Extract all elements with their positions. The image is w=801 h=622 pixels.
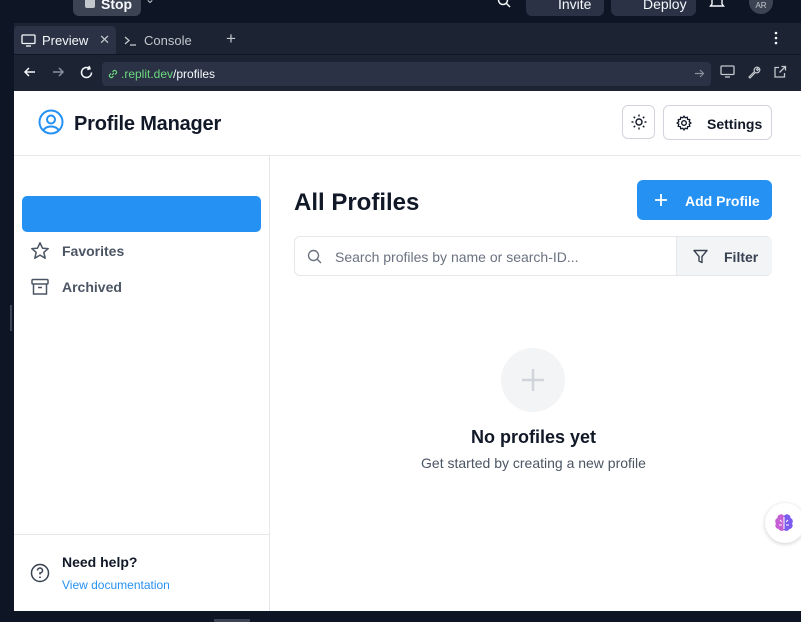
search-icon[interactable] xyxy=(497,0,511,8)
go-arrow-icon[interactable] xyxy=(694,68,705,79)
settings-label: Settings xyxy=(707,116,763,132)
deploy-button[interactable]: Deploy xyxy=(611,0,696,16)
deploy-label: Deploy xyxy=(643,0,687,12)
empty-state-plus-icon xyxy=(501,348,565,412)
archive-icon xyxy=(31,278,49,295)
tab-preview-label: Preview xyxy=(42,32,89,48)
star-icon xyxy=(31,242,49,259)
tab-bar: Preview ✕ Console + xyxy=(14,23,801,54)
filter-button[interactable]: Filter xyxy=(676,237,772,275)
close-icon[interactable]: ✕ xyxy=(99,32,110,48)
tab-console-label: Console xyxy=(144,32,192,48)
sidebar-item-label: Archived xyxy=(62,279,122,295)
sidebar: Favorites Archived Need help? View docum… xyxy=(14,156,270,611)
page-title: All Profiles xyxy=(294,189,420,216)
bell-icon[interactable] xyxy=(709,0,725,8)
main-content: All Profiles Add Profile Filter xyxy=(270,156,801,611)
invite-button[interactable]: Invite xyxy=(526,0,604,16)
preview-pane: Preview ✕ Console + .replit.dev/profiles xyxy=(14,23,801,611)
plus-icon xyxy=(654,193,668,207)
url-domain: .replit.dev xyxy=(121,67,174,81)
empty-state-subtitle: Get started by creating a new profile xyxy=(421,455,646,471)
terminal-icon xyxy=(124,36,136,46)
link-icon xyxy=(107,68,119,80)
back-arrow-icon[interactable] xyxy=(23,65,37,79)
url-bar: .replit.dev/profiles xyxy=(14,54,801,91)
workspace-topbar: Stop ⌄ Invite Deploy AR xyxy=(0,0,801,23)
gear-icon xyxy=(676,115,692,131)
view-documentation-link[interactable]: View documentation xyxy=(62,578,170,592)
help-section: Need help? View documentation xyxy=(14,534,269,611)
assistant-floating-button[interactable] xyxy=(765,503,801,543)
brain-icon xyxy=(775,514,793,531)
url-field[interactable]: .replit.dev/profiles xyxy=(102,62,711,86)
stop-button[interactable]: Stop xyxy=(73,0,141,16)
resize-handle[interactable] xyxy=(10,305,12,331)
help-title: Need help? xyxy=(62,554,138,570)
tab-preview[interactable]: Preview ✕ xyxy=(14,26,116,54)
search-bar: Filter xyxy=(294,236,772,276)
sidebar-item-favorites[interactable]: Favorites xyxy=(30,239,260,263)
more-vertical-icon[interactable] xyxy=(774,31,778,45)
user-avatar[interactable]: AR xyxy=(749,0,773,14)
tab-console[interactable]: Console xyxy=(120,26,220,54)
add-profile-button[interactable]: Add Profile xyxy=(637,180,772,220)
sidebar-item-archived[interactable]: Archived xyxy=(30,275,260,299)
sidebar-item-active[interactable] xyxy=(22,196,261,232)
user-circle-icon xyxy=(38,109,64,135)
settings-button[interactable]: Settings xyxy=(663,105,772,140)
url-path: /profiles xyxy=(173,67,216,81)
invite-label: Invite xyxy=(558,0,592,12)
search-input[interactable] xyxy=(335,247,665,267)
reload-icon[interactable] xyxy=(79,65,94,80)
filter-icon xyxy=(693,249,708,264)
add-tab-icon[interactable]: + xyxy=(226,29,236,49)
help-circle-icon xyxy=(30,563,50,583)
search-icon xyxy=(307,249,322,264)
profile-manager-app: Profile Manager Settings Favorites Archi… xyxy=(14,91,801,611)
stop-icon xyxy=(85,0,95,8)
theme-toggle-button[interactable] xyxy=(622,105,655,139)
bottom-strip xyxy=(0,611,801,622)
stop-label: Stop xyxy=(101,0,133,12)
monitor-icon xyxy=(21,33,36,47)
forward-arrow-icon[interactable] xyxy=(51,65,65,79)
empty-state-title: No profiles yet xyxy=(470,427,597,447)
external-link-icon[interactable] xyxy=(773,65,787,79)
sidebar-item-label: Favorites xyxy=(62,243,125,259)
app-title: Profile Manager xyxy=(74,113,222,135)
sun-icon xyxy=(631,114,647,130)
add-profile-label: Add Profile xyxy=(685,193,760,209)
device-icon[interactable] xyxy=(720,65,735,78)
app-header: Profile Manager Settings xyxy=(14,91,801,156)
filter-label: Filter xyxy=(724,249,759,265)
wrench-icon[interactable] xyxy=(747,65,761,79)
chevron-down-icon[interactable]: ⌄ xyxy=(145,0,155,6)
